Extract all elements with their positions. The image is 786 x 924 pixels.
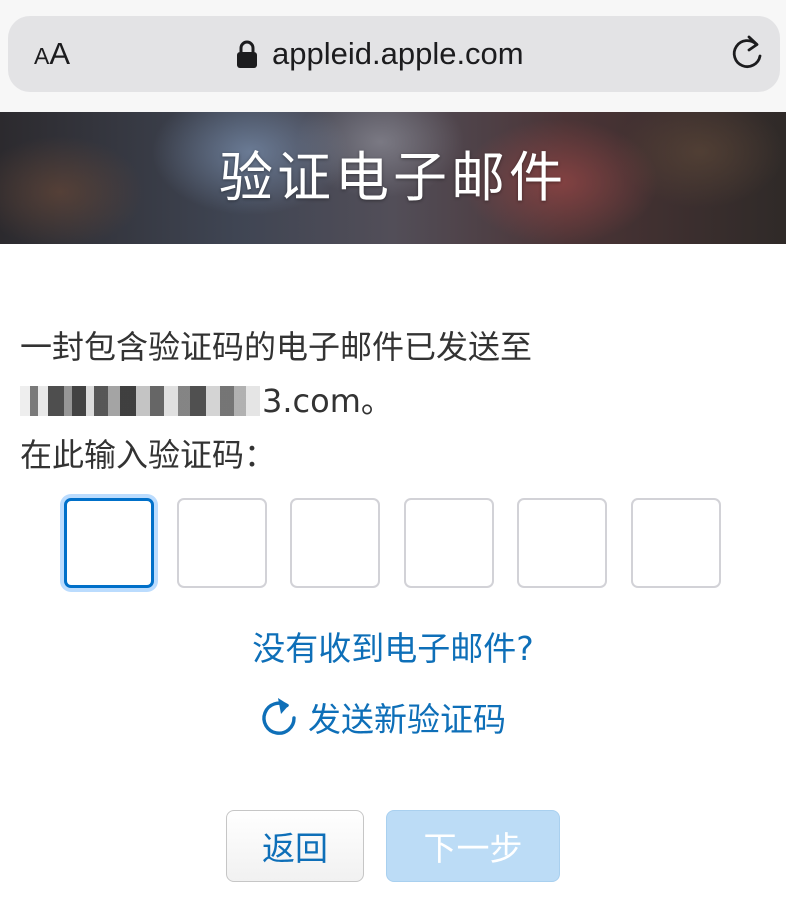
back-button[interactable]: 返回 <box>226 810 364 882</box>
code-digit-5[interactable] <box>517 498 607 588</box>
page: AA appleid.apple.com 验证电子邮件 一封包含验证码的电子邮件… <box>0 0 786 924</box>
email-redaction <box>20 386 260 416</box>
next-button[interactable]: 下一步 <box>386 810 560 882</box>
text-size-small-label: A <box>34 43 50 69</box>
address-bar[interactable]: AA appleid.apple.com <box>8 16 780 92</box>
url-field[interactable]: appleid.apple.com <box>236 30 524 78</box>
message-line-enter-code: 在此输入验证码： <box>20 436 277 474</box>
refresh-icon <box>262 698 296 735</box>
no-email-link[interactable]: 没有收到电子邮件? <box>0 622 786 676</box>
resend-code-label: 发送新验证码 <box>308 700 506 739</box>
lock-icon <box>237 40 257 68</box>
code-digit-4[interactable] <box>404 498 494 588</box>
header-banner: 验证电子邮件 <box>0 112 786 244</box>
page-title: 验证电子邮件 <box>219 146 567 209</box>
browser-chrome: AA appleid.apple.com <box>0 0 786 112</box>
verification-code-inputs <box>62 498 726 592</box>
instruction-message: 一封包含验证码的电子邮件已发送至 3.com。 在此输入验证码： <box>20 320 760 482</box>
code-digit-6[interactable] <box>631 498 721 588</box>
resend-code-link[interactable]: 发送新验证码 <box>258 690 506 744</box>
message-line-sent: 一封包含验证码的电子邮件已发送至 <box>20 328 533 366</box>
email-suffix: 3.com。 <box>262 382 393 420</box>
masked-email: 3.com。 <box>20 374 760 428</box>
code-digit-1[interactable] <box>64 498 154 588</box>
text-size-button[interactable]: AA <box>34 34 70 74</box>
reload-icon[interactable] <box>728 34 768 74</box>
code-digit-2[interactable] <box>177 498 267 588</box>
text-size-large-label: A <box>49 36 71 71</box>
code-digit-3[interactable] <box>290 498 380 588</box>
url-text: appleid.apple.com <box>272 36 524 71</box>
